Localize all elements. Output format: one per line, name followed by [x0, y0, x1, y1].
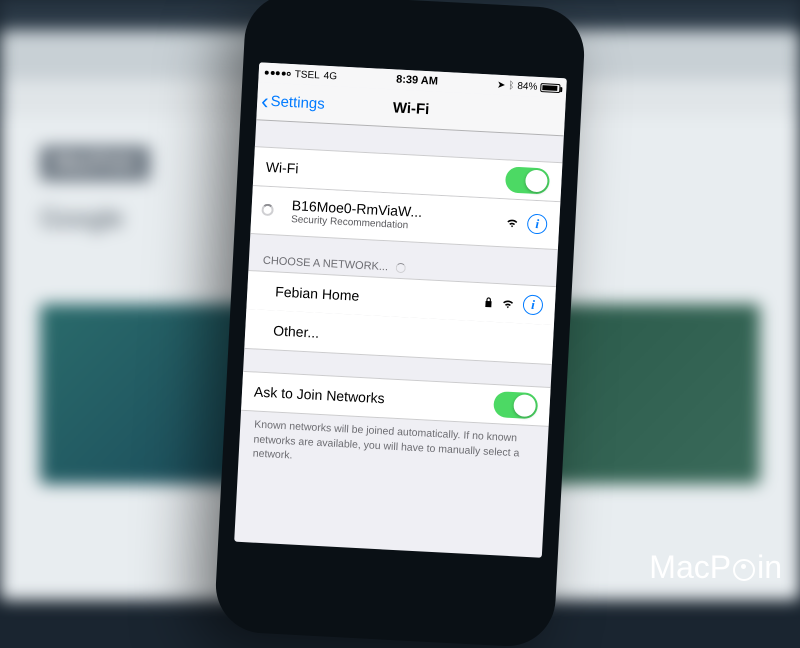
spinner-icon — [261, 204, 274, 217]
bluetooth-icon: ᛒ — [508, 80, 515, 91]
watermark-logo: MacPin — [649, 549, 782, 586]
info-icon[interactable]: i — [527, 214, 548, 235]
wifi-signal-icon — [501, 296, 516, 311]
phone-screen: TSEL 4G 8:39 AM ➤ ᛒ 84% ‹ Settings Wi-Fi… — [234, 62, 567, 557]
site-logo: MacPoin — [40, 146, 150, 181]
signal-dots-icon — [265, 71, 291, 76]
wifi-toggle[interactable] — [505, 166, 550, 194]
ask-to-join-label: Ask to Join Networks — [254, 383, 495, 412]
chevron-left-icon: ‹ — [261, 90, 269, 112]
choose-network-label: CHOOSE A NETWORK... — [263, 254, 389, 273]
other-label: Other... — [257, 321, 541, 352]
wifi-toggle-label: Wi-Fi — [265, 159, 506, 188]
watermark-o-icon — [733, 559, 755, 581]
wifi-signal-icon — [505, 215, 520, 230]
spinner-icon — [396, 262, 407, 273]
battery-percent: 84% — [517, 80, 538, 92]
carrier-label: TSEL — [294, 69, 320, 81]
ask-to-join-toggle[interactable] — [493, 391, 538, 419]
battery-icon — [540, 83, 560, 93]
network-label: 4G — [323, 70, 337, 82]
back-button[interactable]: ‹ Settings — [257, 90, 326, 116]
back-label: Settings — [270, 93, 325, 113]
info-icon[interactable]: i — [522, 294, 543, 315]
lock-icon — [484, 296, 494, 308]
network-ssid: Febian Home — [259, 282, 485, 310]
phone-frame: TSEL 4G 8:39 AM ➤ ᛒ 84% ‹ Settings Wi-Fi… — [213, 0, 586, 648]
location-icon: ➤ — [497, 79, 506, 90]
